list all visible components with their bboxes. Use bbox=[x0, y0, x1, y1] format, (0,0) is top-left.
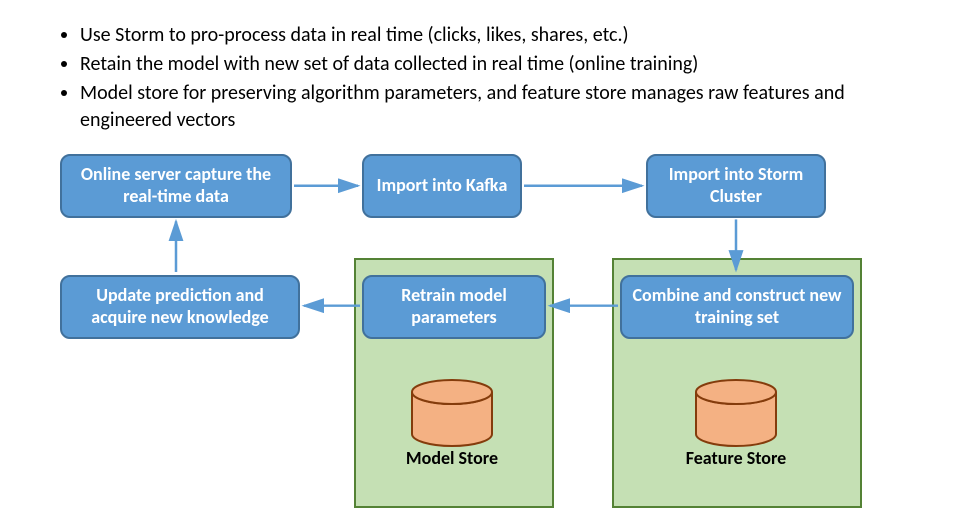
node-import-storm: Import into Storm Cluster bbox=[646, 154, 826, 218]
node-retrain-model: Retrain model parameters bbox=[362, 275, 546, 339]
model-store-label: Model Store bbox=[392, 448, 512, 469]
bullet-list: Use Storm to pro-process data in real ti… bbox=[40, 22, 927, 136]
node-update-prediction: Update prediction and acquire new knowle… bbox=[60, 275, 300, 339]
feature-store-label: Feature Store bbox=[676, 448, 796, 469]
architecture-diagram: Online server capture the real-time data… bbox=[36, 150, 931, 507]
node-import-kafka: Import into Kafka bbox=[362, 154, 522, 218]
bullet-item: Use Storm to pro-process data in real ti… bbox=[80, 22, 927, 49]
bullet-item: Model store for preserving algorithm par… bbox=[80, 80, 927, 134]
node-combine-construct: Combine and construct new training set bbox=[620, 275, 854, 339]
model-store-icon bbox=[406, 378, 498, 448]
node-online-server: Online server capture the real-time data bbox=[60, 154, 292, 218]
bullet-item: Retain the model with new set of data co… bbox=[80, 51, 927, 78]
feature-store-icon bbox=[690, 378, 782, 448]
